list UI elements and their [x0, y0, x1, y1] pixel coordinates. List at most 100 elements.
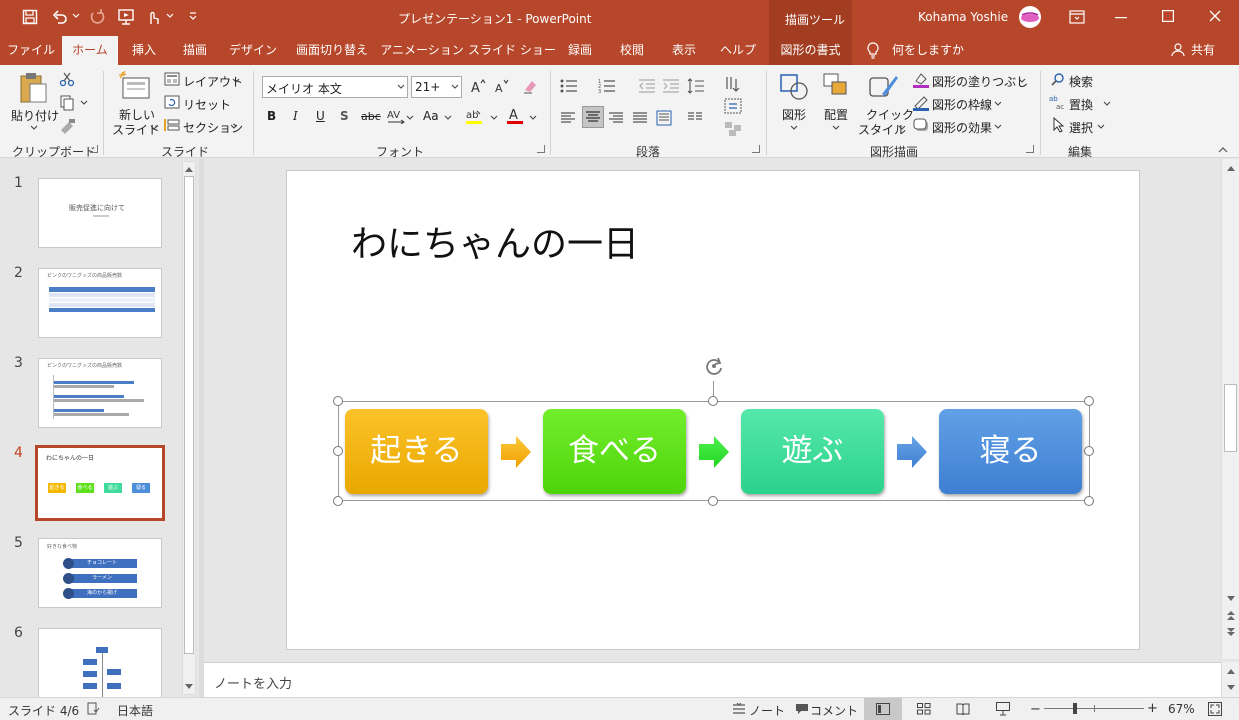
chevron-down-icon[interactable]	[1097, 124, 1105, 130]
increase-indent-icon[interactable]	[662, 78, 680, 94]
slide-sorter-icon[interactable]	[917, 703, 931, 715]
shapes-icon[interactable]	[779, 72, 809, 102]
tab-animations[interactable]: アニメーション	[380, 36, 464, 65]
justify-icon[interactable]	[632, 111, 648, 125]
touch-mode-icon[interactable]	[144, 8, 162, 26]
decrease-indent-icon[interactable]	[638, 78, 656, 94]
font-size-select[interactable]: 21+	[411, 76, 462, 98]
paragraph-launcher-icon[interactable]	[752, 145, 760, 153]
tab-insert[interactable]: 挿入	[120, 36, 168, 65]
accessibility-icon[interactable]	[86, 702, 100, 716]
tab-file[interactable]: ファイル	[0, 36, 62, 65]
zoom-slider[interactable]	[1044, 703, 1144, 714]
slide-scrollbar[interactable]	[1221, 159, 1239, 659]
resize-handle[interactable]	[1084, 446, 1094, 456]
zoom-level[interactable]: 67%	[1168, 702, 1195, 716]
bold-icon[interactable]: B	[267, 109, 276, 123]
undo-dropdown-icon[interactable]	[72, 12, 80, 20]
previous-slide-icon[interactable]	[1227, 611, 1235, 621]
notes-scrollbar[interactable]	[1221, 662, 1239, 697]
fit-to-window-icon[interactable]	[1208, 702, 1222, 716]
arrange-label[interactable]: 配置	[824, 106, 848, 123]
present-icon[interactable]	[117, 8, 137, 26]
font-color-icon[interactable]: A	[506, 107, 524, 125]
new-slide-dropdown-icon[interactable]	[150, 125, 158, 131]
shape-effects-icon[interactable]	[912, 117, 930, 135]
scroll-thumb[interactable]	[184, 176, 194, 654]
quick-styles-dropdown-icon[interactable]	[898, 125, 906, 131]
slideshow-view-icon[interactable]	[996, 702, 1010, 716]
process-step-2[interactable]: 食べる	[543, 409, 686, 494]
align-left-icon[interactable]	[560, 111, 576, 125]
tab-draw[interactable]: 描画	[170, 36, 220, 65]
section-icon[interactable]	[164, 118, 180, 132]
save-icon[interactable]	[22, 9, 38, 25]
collapse-ribbon-icon[interactable]	[1218, 147, 1228, 153]
highlight-icon[interactable]: ab	[465, 107, 483, 125]
reset-button[interactable]: リセット	[183, 96, 231, 113]
maximize-icon[interactable]	[1162, 10, 1174, 22]
cut-icon[interactable]	[59, 71, 75, 87]
strikethrough-icon[interactable]: abc	[361, 110, 381, 123]
arrange-dropdown-icon[interactable]	[832, 125, 840, 131]
chevron-down-icon[interactable]	[1018, 78, 1026, 84]
thumbnails-scrollbar[interactable]	[182, 161, 196, 695]
find-icon[interactable]	[1051, 72, 1065, 86]
quick-styles-icon[interactable]	[868, 72, 900, 102]
resize-handle[interactable]	[333, 396, 343, 406]
close-icon[interactable]	[1209, 10, 1221, 22]
text-direction-icon[interactable]	[724, 75, 742, 93]
resize-handle[interactable]	[1084, 496, 1094, 506]
shape-outline-icon[interactable]	[912, 94, 930, 112]
scroll-down-icon[interactable]	[185, 684, 193, 690]
columns-icon[interactable]	[687, 111, 703, 125]
slide-canvas[interactable]: わにちゃんの一日 起きる 食べる 遊ぶ 寝る	[286, 170, 1140, 650]
copy-icon[interactable]	[59, 95, 75, 111]
reading-view-icon[interactable]	[956, 703, 970, 715]
select-button[interactable]: 選択	[1069, 119, 1093, 136]
drawing-launcher-icon[interactable]	[1026, 145, 1034, 153]
tab-shape-format[interactable]: 図形の書式	[769, 36, 852, 65]
scroll-down-icon[interactable]	[1227, 685, 1235, 691]
chevron-down-icon[interactable]	[490, 115, 498, 121]
layout-icon[interactable]	[164, 72, 180, 86]
align-center-icon[interactable]	[582, 106, 604, 128]
scroll-up-icon[interactable]	[1227, 668, 1235, 674]
shapes-label[interactable]: 図形	[782, 106, 806, 123]
resize-handle[interactable]	[1084, 396, 1094, 406]
align-text-icon[interactable]	[724, 98, 742, 114]
align-right-icon[interactable]	[608, 111, 624, 125]
touch-mode-dropdown-icon[interactable]	[166, 12, 174, 20]
shrink-font-icon[interactable]: A	[494, 78, 510, 94]
resize-handle[interactable]	[708, 496, 718, 506]
slide-thumbnail-6[interactable]	[38, 628, 162, 698]
shape-fill-icon[interactable]	[912, 71, 930, 89]
replace-icon[interactable]: ab ac	[1049, 94, 1067, 110]
smartart-icon[interactable]	[724, 121, 742, 137]
shape-outline-button[interactable]: 図形の枠線	[932, 96, 992, 113]
zoom-in-icon[interactable]: +	[1147, 701, 1158, 716]
zoom-out-icon[interactable]: −	[1030, 702, 1041, 717]
shape-effects-button[interactable]: 図形の効果	[932, 119, 992, 136]
reset-icon[interactable]	[164, 95, 180, 109]
scroll-down-icon[interactable]	[1227, 596, 1235, 602]
slide-thumbnail-1[interactable]: 販売促進に向けて	[38, 178, 162, 248]
resize-handle[interactable]	[333, 446, 343, 456]
clipboard-launcher-icon[interactable]	[90, 145, 98, 153]
chevron-down-icon[interactable]	[994, 101, 1002, 107]
rotate-handle-icon[interactable]	[704, 356, 724, 376]
tab-view[interactable]: 表示	[660, 36, 708, 65]
copy-dropdown-icon[interactable]	[80, 100, 88, 106]
user-name[interactable]: Kohama Yoshie	[918, 10, 1008, 24]
new-slide-icon[interactable]	[119, 71, 151, 103]
font-launcher-icon[interactable]	[537, 145, 545, 153]
line-spacing-icon[interactable]	[687, 78, 705, 94]
select-icon[interactable]	[1052, 117, 1066, 133]
scroll-thumb[interactable]	[1224, 384, 1237, 452]
zoom-slider-thumb[interactable]	[1073, 703, 1077, 714]
tell-me-search[interactable]: 何をしますか	[892, 36, 964, 65]
bullets-icon[interactable]	[560, 78, 578, 94]
tab-review[interactable]: 校閲	[608, 36, 656, 65]
process-step-1[interactable]: 起きる	[345, 409, 488, 494]
tab-home[interactable]: ホーム	[62, 36, 118, 65]
